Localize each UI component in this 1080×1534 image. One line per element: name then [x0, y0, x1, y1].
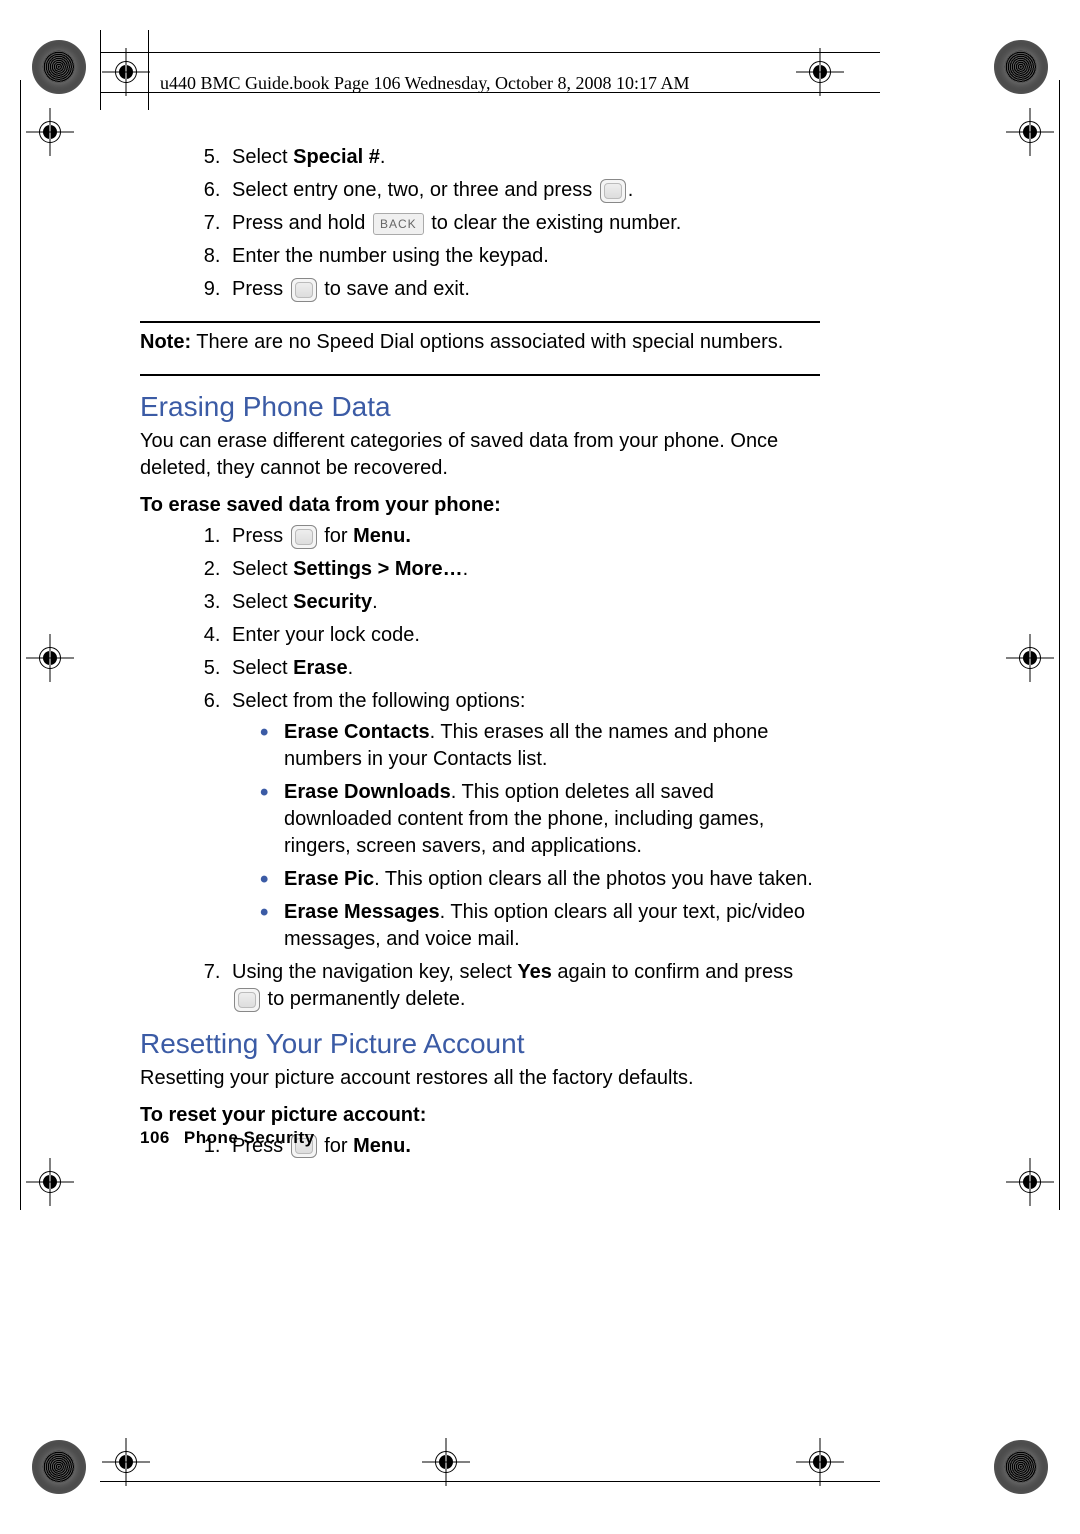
steps-list-top: Select Special #. Select entry one, two,…	[140, 144, 820, 303]
crop-line	[20, 80, 21, 1210]
crop-circle	[994, 1440, 1048, 1494]
crop-line	[148, 30, 149, 110]
list-item: Select from the following options: Erase…	[226, 688, 820, 953]
crop-line	[100, 1481, 880, 1482]
list-item: Press to save and exit.	[226, 276, 820, 303]
list-item: Select Security.	[226, 589, 820, 616]
page-footer: 106 Phone Security	[140, 1128, 315, 1148]
page-header: u440 BMC Guide.book Page 106 Wednesday, …	[160, 73, 690, 94]
registration-mark	[112, 1448, 140, 1476]
registration-mark	[36, 118, 64, 146]
page-content: Select Special #. Select entry one, two,…	[140, 140, 820, 1166]
options-list: Erase Contacts. This erases all the name…	[232, 719, 820, 953]
registration-mark	[1016, 644, 1044, 672]
crop-circle	[32, 1440, 86, 1494]
crop-circle	[32, 40, 86, 94]
crop-line	[100, 30, 101, 110]
list-item: Select Special #.	[226, 144, 820, 171]
crop-line	[1059, 80, 1060, 1210]
list-item: Erase Pic. This option clears all the ph…	[260, 866, 820, 893]
registration-mark	[1016, 1168, 1044, 1196]
list-item: Press and hold BACK to clear the existin…	[226, 210, 820, 237]
section-heading-erase: Erasing Phone Data	[140, 388, 820, 426]
divider	[140, 321, 820, 323]
sub-heading: To reset your picture account:	[140, 1102, 820, 1129]
menu-ok-key-icon	[291, 278, 317, 302]
crop-circle	[994, 40, 1048, 94]
sub-heading: To erase saved data from your phone:	[140, 492, 820, 519]
menu-ok-key-icon	[234, 988, 260, 1012]
paragraph: Resetting your picture account restores …	[140, 1065, 820, 1092]
list-item: Press for Menu.	[226, 523, 820, 550]
divider	[140, 374, 820, 376]
list-item: Erase Downloads. This option deletes all…	[260, 779, 820, 860]
list-item: Press for Menu.	[226, 1133, 820, 1160]
list-item: Select Erase.	[226, 655, 820, 682]
registration-mark	[112, 58, 140, 86]
registration-mark	[806, 1448, 834, 1476]
registration-mark	[806, 58, 834, 86]
registration-mark	[432, 1448, 460, 1476]
registration-mark	[1016, 118, 1044, 146]
section-heading-reset: Resetting Your Picture Account	[140, 1025, 820, 1063]
paragraph: You can erase different categories of sa…	[140, 428, 820, 482]
list-item: Using the navigation key, select Yes aga…	[226, 959, 820, 1013]
page-number: 106	[140, 1128, 170, 1147]
menu-ok-key-icon	[291, 525, 317, 549]
note-text: Note: There are no Speed Dial options as…	[140, 329, 820, 356]
registration-mark	[36, 644, 64, 672]
list-item: Enter the number using the keypad.	[226, 243, 820, 270]
menu-ok-key-icon	[600, 179, 626, 203]
list-item: Erase Messages. This option clears all y…	[260, 899, 820, 953]
list-item: Select Settings > More….	[226, 556, 820, 583]
section-name: Phone Security	[184, 1128, 315, 1147]
registration-mark	[36, 1168, 64, 1196]
crop-line	[100, 52, 880, 53]
list-item: Erase Contacts. This erases all the name…	[260, 719, 820, 773]
list-item: Enter your lock code.	[226, 622, 820, 649]
back-key-icon: BACK	[373, 213, 424, 235]
steps-list-erase: Press for Menu. Select Settings > More….…	[140, 523, 820, 1013]
list-item: Select entry one, two, or three and pres…	[226, 177, 820, 204]
